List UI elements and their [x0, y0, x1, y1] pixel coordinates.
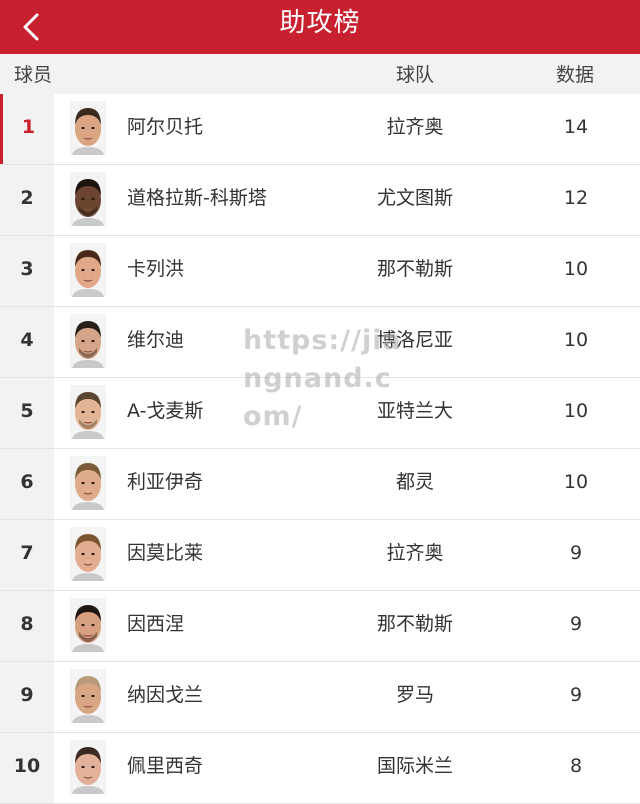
assist-count: 8 — [569, 755, 583, 777]
player-avatar-icon — [70, 101, 106, 155]
ranking-list: 1 阿尔贝托 拉齐奥 14 2 道格拉斯-科斯塔 尤文图斯 12 3 卡列洪 那… — [0, 94, 640, 804]
ranking-row[interactable]: 6 利亚伊奇 都灵 10 — [0, 449, 640, 520]
assist-count: 10 — [563, 471, 589, 493]
top-navigation-bar: 助攻榜 — [0, 0, 640, 54]
player-avatar-icon — [70, 598, 106, 652]
team-name: 拉齐奥 — [386, 542, 444, 564]
ranking-row[interactable]: 1 阿尔贝托 拉齐奥 14 — [0, 94, 640, 165]
player-name: 佩里西奇 — [127, 755, 204, 777]
row-content: 因西涅 那不勒斯 9 — [54, 591, 640, 661]
row-content: 纳因戈兰 罗马 9 — [54, 662, 640, 732]
assist-count: 10 — [563, 329, 589, 351]
player-name: A-戈麦斯 — [127, 400, 204, 422]
ranking-row[interactable]: 3 卡列洪 那不勒斯 10 — [0, 236, 640, 307]
player-avatar-icon — [70, 385, 106, 439]
rank-number: 5 — [0, 378, 54, 448]
rank-number: 3 — [0, 236, 54, 306]
rank-number: 8 — [0, 591, 54, 661]
assist-count: 12 — [563, 187, 589, 209]
assist-count: 10 — [563, 258, 589, 280]
rank-number: 7 — [0, 520, 54, 590]
rank-number: 2 — [0, 165, 54, 235]
ranking-row[interactable]: 2 道格拉斯-科斯塔 尤文图斯 12 — [0, 165, 640, 236]
row-content: 阿尔贝托 拉齐奥 14 — [54, 94, 640, 164]
rank-number: 4 — [0, 307, 54, 377]
team-name: 都灵 — [395, 471, 434, 493]
player-name: 卡列洪 — [127, 258, 185, 280]
assist-count: 14 — [563, 116, 589, 138]
team-name: 尤文图斯 — [376, 187, 453, 209]
player-name: 纳因戈兰 — [127, 684, 204, 706]
table-header: 球员 球队 数据 — [0, 54, 640, 95]
watermark-text: https://jiangnand.com/ — [243, 325, 402, 432]
row-content: 道格拉斯-科斯塔 尤文图斯 12 — [54, 165, 640, 235]
player-name: 道格拉斯-科斯塔 — [127, 187, 267, 209]
player-name: 利亚伊奇 — [127, 471, 204, 493]
rank-number: 9 — [0, 662, 54, 732]
row-content: 利亚伊奇 都灵 10 — [54, 449, 640, 519]
assist-count: 9 — [569, 684, 583, 706]
ranking-row[interactable]: 8 因西涅 那不勒斯 9 — [0, 591, 640, 662]
player-avatar-icon — [70, 456, 106, 510]
rank-number: 10 — [0, 733, 54, 803]
team-name: 那不勒斯 — [376, 613, 453, 635]
row-content: 佩里西奇 国际米兰 8 — [54, 733, 640, 803]
column-header-stat: 数据 — [556, 64, 595, 86]
row-content: 卡列洪 那不勒斯 10 — [54, 236, 640, 306]
column-header-player: 球员 — [14, 64, 53, 86]
player-avatar-icon — [70, 527, 106, 581]
ranking-row[interactable]: 7 因莫比莱 拉齐奥 9 — [0, 520, 640, 591]
assist-count: 9 — [569, 542, 583, 564]
player-name: 因莫比莱 — [127, 542, 204, 564]
column-header-team: 球队 — [396, 64, 435, 86]
player-name: 因西涅 — [127, 613, 185, 635]
team-name: 罗马 — [395, 684, 434, 706]
player-avatar-icon — [70, 740, 106, 794]
team-name: 那不勒斯 — [376, 258, 453, 280]
page-title: 助攻榜 — [279, 8, 361, 38]
ranking-row[interactable]: 9 纳因戈兰 罗马 9 — [0, 662, 640, 733]
player-avatar-icon — [70, 669, 106, 723]
player-name: 阿尔贝托 — [127, 116, 204, 138]
assist-count: 9 — [569, 613, 583, 635]
team-name: 拉齐奥 — [386, 116, 444, 138]
player-avatar-icon — [70, 314, 106, 368]
assist-count: 10 — [563, 400, 589, 422]
player-name: 维尔迪 — [127, 329, 185, 351]
row-content: 因莫比莱 拉齐奥 9 — [54, 520, 640, 590]
ranking-row[interactable]: 10 佩里西奇 国际米兰 8 — [0, 733, 640, 804]
rank-number: 6 — [0, 449, 54, 519]
player-avatar-icon — [70, 172, 106, 226]
player-avatar-icon — [70, 243, 106, 297]
team-name: 国际米兰 — [376, 755, 453, 777]
rank-number: 1 — [0, 94, 54, 164]
